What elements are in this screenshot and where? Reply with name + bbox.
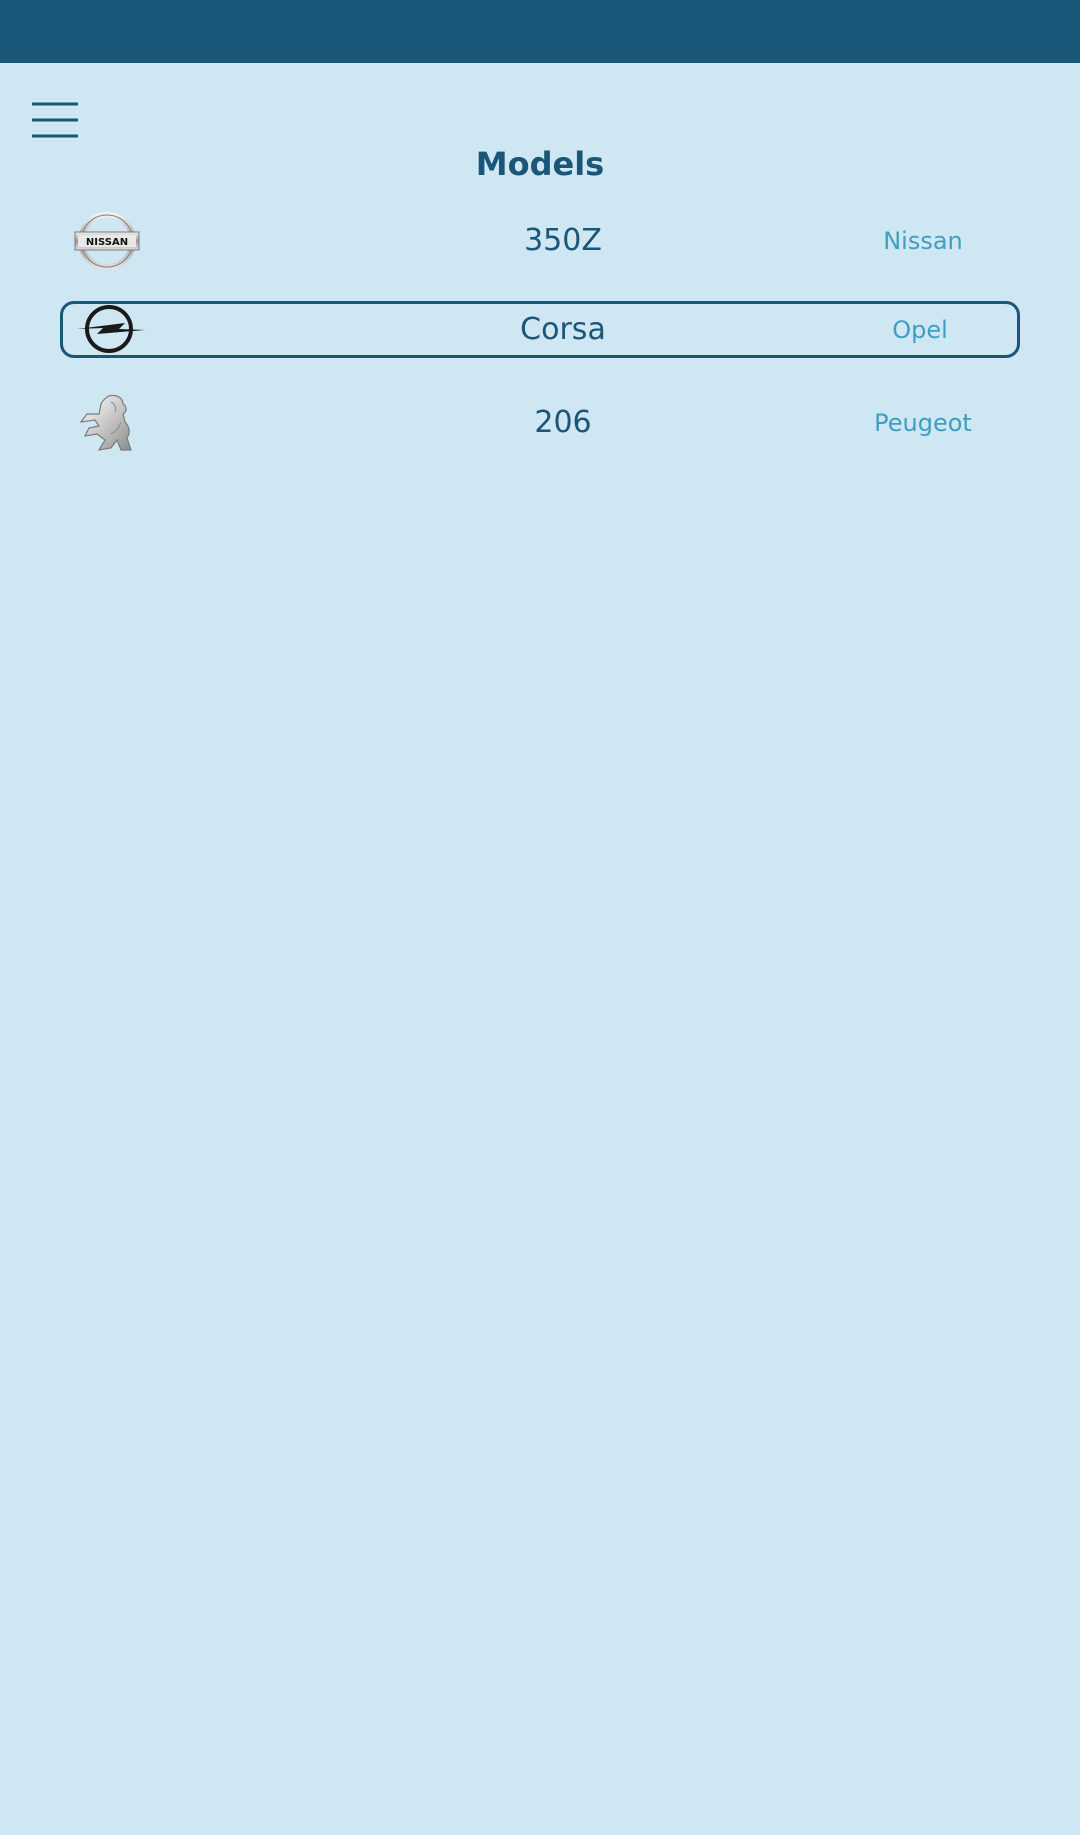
- model-name: Corsa: [520, 311, 606, 347]
- make-name: Peugeot: [874, 409, 972, 437]
- model-name: 206: [534, 405, 592, 440]
- model-row-peugeot[interactable]: 206 Peugeot: [60, 390, 1020, 456]
- svg-text:NISSAN: NISSAN: [86, 237, 128, 248]
- status-bar: [0, 0, 1080, 63]
- model-name: 350Z: [524, 223, 602, 258]
- peugeot-logo-icon: [71, 392, 143, 454]
- make-name: Opel: [892, 315, 948, 344]
- page-title: Models: [475, 145, 605, 183]
- opel-logo-icon: [75, 299, 147, 361]
- nissan-logo-icon: NISSAN: [71, 210, 143, 272]
- model-row-opel[interactable]: Corsa Opel: [60, 301, 1020, 358]
- menu-button[interactable]: [30, 100, 80, 140]
- make-name: Nissan: [883, 227, 963, 255]
- hamburger-menu-icon: [32, 102, 78, 138]
- model-row-nissan[interactable]: NISSAN 350Z Nissan: [60, 210, 1020, 272]
